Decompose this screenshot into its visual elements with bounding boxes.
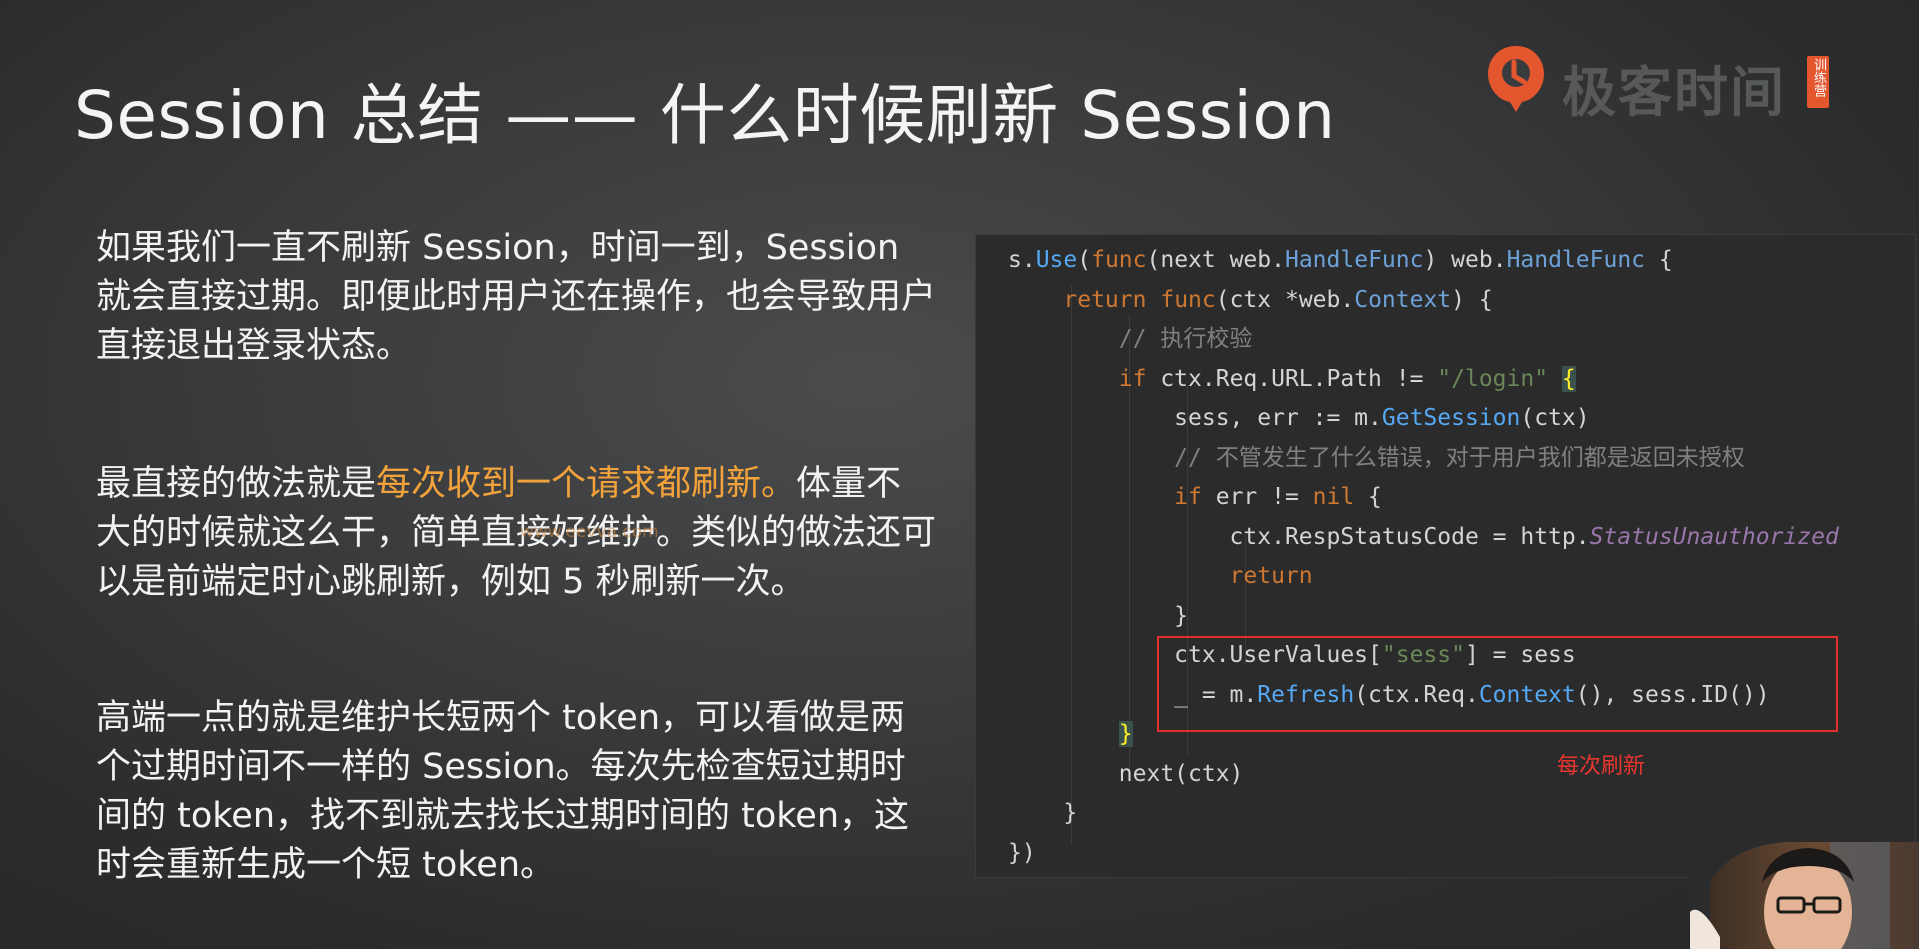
code-line: ctx.RespStatusCode = http.StatusUnauthor… <box>1008 523 1839 550</box>
paragraph-2-before: 最直接的做法就是 <box>96 464 377 504</box>
refresh-highlight-box <box>1157 636 1838 732</box>
code-line: } <box>1008 602 1189 629</box>
logo-badge: 训练营 <box>1807 56 1829 108</box>
code-line: } <box>1118 721 1133 747</box>
code-line: if err != nil { <box>1174 484 1382 510</box>
code-line: return <box>1229 563 1313 589</box>
presenter-video <box>1690 842 1919 949</box>
logo-badge-text: 训练营 <box>1811 58 1826 97</box>
geektime-logo-icon <box>1488 46 1544 112</box>
code-line: // 执行校验 <box>1118 326 1253 352</box>
watermark: www.eevva.com <box>520 522 659 542</box>
paragraph-2-highlight: 每次收到一个请求都刷新。 <box>376 464 797 504</box>
geektime-logo: 极客时间 训练营 <box>1484 40 1844 124</box>
code-line: } <box>1008 800 1078 826</box>
code-line: if ctx.Req.URL.Path != "/login" { <box>1118 365 1576 392</box>
code-line: }) <box>1008 839 1036 866</box>
code-line: sess, err := m.GetSession(ctx) <box>1008 405 1590 431</box>
slide-title: Session 总结 —— 什么时候刷新 Session <box>74 77 1336 154</box>
slide: Session 总结 —— 什么时候刷新 Session 极客时间 训练营 如果… <box>0 0 1919 949</box>
code-line: s.Use(func(next web.HandleFunc) web.Hand… <box>1008 247 1673 273</box>
paragraph-refresh-every-request: 最直接的做法就是每次收到一个请求都刷新。体量不大的时候就这么干，简单直接好维护。… <box>96 460 936 607</box>
code-line: next(ctx) <box>1008 760 1244 787</box>
code-line: return func(ctx *web.Context) { <box>1063 286 1493 313</box>
logo-text: 极客时间 <box>1562 61 1786 124</box>
paragraph-two-tokens: 高端一点的就是维护长短两个 token，可以看做是两个过期时间不一样的 Sess… <box>96 698 909 885</box>
code-line: // 不管发生了什么错误，对于用户我们都是返回未授权 <box>1174 444 1745 471</box>
code-panel: s.Use(func(next web.HandleFunc) web.Hand… <box>975 234 1916 878</box>
refresh-annotation-label: 每次刷新 <box>1557 754 1646 779</box>
paragraph-no-refresh: 如果我们一直不刷新 Session，时间一到，Session 就会直接过期。即便… <box>96 228 937 366</box>
